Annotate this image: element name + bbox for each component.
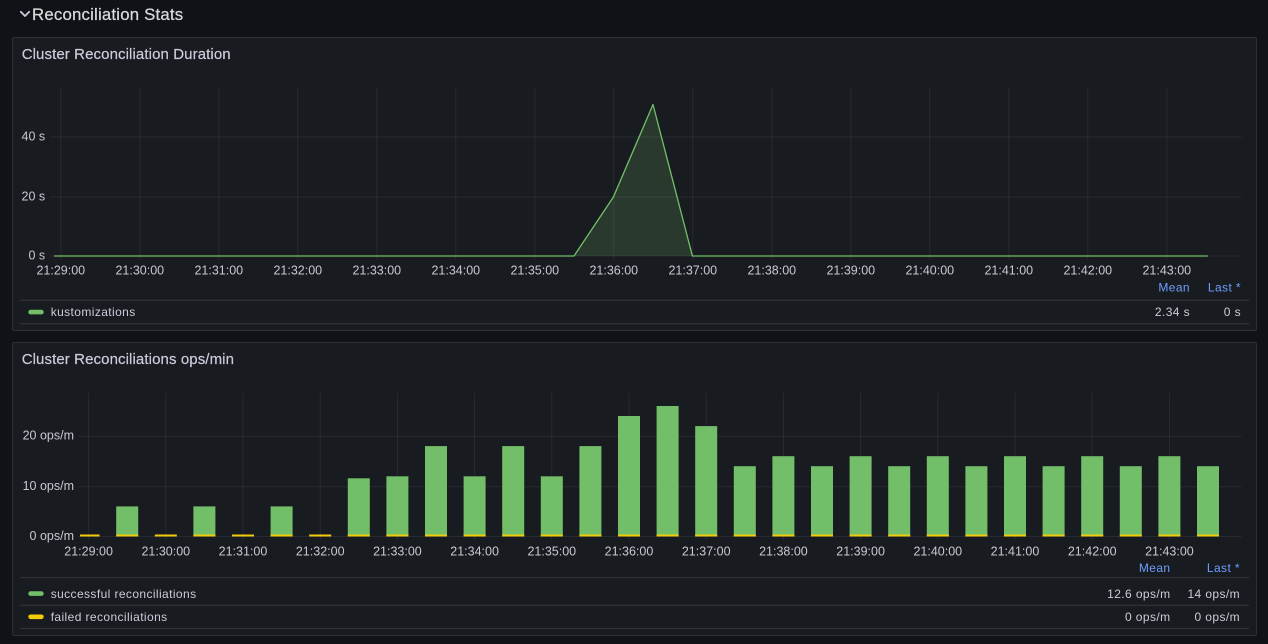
svg-text:21:41:00: 21:41:00 <box>984 264 1033 278</box>
svg-text:0 ops/m: 0 ops/m <box>30 529 74 543</box>
svg-text:21:43:00: 21:43:00 <box>1142 264 1191 278</box>
svg-text:21:30:00: 21:30:00 <box>115 264 164 278</box>
svg-text:21:40:00: 21:40:00 <box>913 545 962 559</box>
svg-text:21:30:00: 21:30:00 <box>141 545 190 559</box>
svg-text:Last *: Last * <box>1207 561 1240 575</box>
svg-text:10 ops/m: 10 ops/m <box>23 479 74 493</box>
svg-text:Mean: Mean <box>1139 561 1171 575</box>
svg-text:21:36:00: 21:36:00 <box>605 545 654 559</box>
svg-text:21:37:00: 21:37:00 <box>682 545 731 559</box>
svg-text:21:35:00: 21:35:00 <box>510 264 559 278</box>
svg-text:21:29:00: 21:29:00 <box>36 264 85 278</box>
svg-text:21:43:00: 21:43:00 <box>1145 545 1194 559</box>
svg-text:21:38:00: 21:38:00 <box>747 264 796 278</box>
svg-text:12.6 ops/m: 12.6 ops/m <box>1107 587 1170 601</box>
svg-text:0 s: 0 s <box>1224 305 1241 319</box>
svg-text:21:42:00: 21:42:00 <box>1068 545 1117 559</box>
svg-text:21:39:00: 21:39:00 <box>836 545 885 559</box>
svg-text:0 ops/m: 0 ops/m <box>1125 610 1171 624</box>
svg-text:20 ops/m: 20 ops/m <box>23 429 74 443</box>
svg-text:21:31:00: 21:31:00 <box>219 545 268 559</box>
svg-text:21:42:00: 21:42:00 <box>1063 264 1112 278</box>
svg-text:21:34:00: 21:34:00 <box>431 264 480 278</box>
svg-text:20 s: 20 s <box>22 190 46 204</box>
svg-text:21:36:00: 21:36:00 <box>589 264 638 278</box>
svg-text:40 s: 40 s <box>22 130 46 144</box>
svg-text:kustomizations: kustomizations <box>51 305 136 319</box>
svg-text:21:34:00: 21:34:00 <box>450 545 499 559</box>
svg-text:21:41:00: 21:41:00 <box>991 545 1040 559</box>
svg-text:Last *: Last * <box>1208 281 1241 295</box>
svg-text:21:39:00: 21:39:00 <box>826 264 875 278</box>
svg-text:21:29:00: 21:29:00 <box>64 545 113 559</box>
svg-text:21:35:00: 21:35:00 <box>527 545 576 559</box>
svg-text:21:32:00: 21:32:00 <box>296 545 345 559</box>
svg-text:successful reconciliations: successful reconciliations <box>51 587 197 601</box>
svg-text:21:38:00: 21:38:00 <box>759 545 808 559</box>
svg-text:21:31:00: 21:31:00 <box>194 264 243 278</box>
svg-text:14 ops/m: 14 ops/m <box>1187 587 1240 601</box>
svg-text:2.34 s: 2.34 s <box>1155 305 1190 319</box>
svg-text:21:32:00: 21:32:00 <box>273 264 322 278</box>
svg-text:Mean: Mean <box>1158 281 1190 295</box>
svg-text:21:33:00: 21:33:00 <box>373 545 422 559</box>
svg-text:0 s: 0 s <box>29 249 46 263</box>
svg-text:21:33:00: 21:33:00 <box>352 264 401 278</box>
svg-text:21:40:00: 21:40:00 <box>905 264 954 278</box>
svg-text:failed reconciliations: failed reconciliations <box>51 610 168 624</box>
svg-text:21:37:00: 21:37:00 <box>668 264 717 278</box>
svg-text:0 ops/m: 0 ops/m <box>1195 610 1241 624</box>
